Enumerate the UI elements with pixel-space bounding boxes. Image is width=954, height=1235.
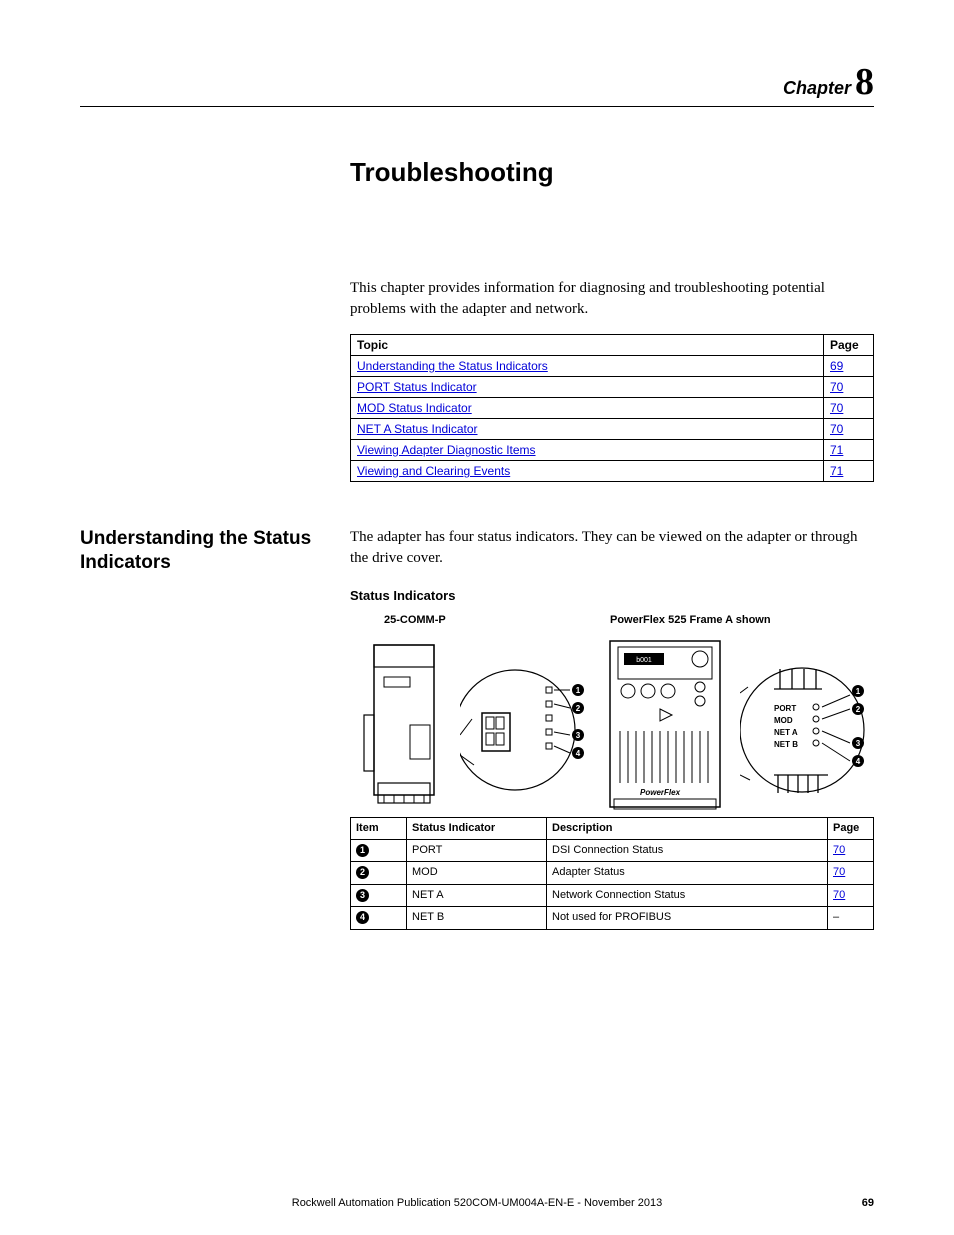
led-label-mod: MOD xyxy=(774,716,793,725)
ind-page: – xyxy=(828,907,874,929)
ind-desc: Network Connection Status xyxy=(547,884,828,906)
svg-text:1: 1 xyxy=(856,687,861,696)
ind-page-link[interactable]: 70 xyxy=(833,866,845,878)
svg-text:2: 2 xyxy=(576,704,581,713)
toc-link[interactable]: Understanding the Status Indicators xyxy=(357,359,548,373)
svg-text:4: 4 xyxy=(576,749,581,758)
ind-page-link[interactable]: 70 xyxy=(833,844,845,856)
toc-link[interactable]: PORT Status Indicator xyxy=(357,380,477,394)
figure-caption-left: 25-COMM-P xyxy=(350,613,610,628)
ind-header-item: Item xyxy=(351,817,407,839)
ind-si: NET A xyxy=(407,884,547,906)
svg-text:1: 1 xyxy=(576,686,581,695)
page-title: Troubleshooting xyxy=(350,157,874,188)
toc-link[interactable]: NET A Status Indicator xyxy=(357,422,478,436)
ind-desc: Adapter Status xyxy=(547,862,828,884)
led-label-neta: NET A xyxy=(774,728,798,737)
svg-text:3: 3 xyxy=(856,739,861,748)
toc-row: Understanding the Status Indicators 69 xyxy=(351,356,874,377)
figure-title: Status Indicators xyxy=(350,587,874,605)
toc-link[interactable]: Viewing and Clearing Events xyxy=(357,464,510,478)
ind-desc: DSI Connection Status xyxy=(547,839,828,861)
svg-text:2: 2 xyxy=(856,705,861,714)
svg-text:4: 4 xyxy=(856,757,861,766)
topic-table: Topic Page Understanding the Status Indi… xyxy=(350,334,874,482)
toc-page-link[interactable]: 71 xyxy=(830,464,843,478)
svg-text:3: 3 xyxy=(576,731,581,740)
ind-header-page: Page xyxy=(828,817,874,839)
item-bullet: 4 xyxy=(356,911,369,924)
figure-area: 1 2 3 4 b001 xyxy=(350,635,874,813)
ind-desc: Not used for PROFIBUS xyxy=(547,907,828,929)
toc-row: PORT Status Indicator 70 xyxy=(351,377,874,398)
ind-page-link[interactable]: 70 xyxy=(833,889,845,901)
ind-header-desc: Description xyxy=(547,817,828,839)
toc-page-link[interactable]: 71 xyxy=(830,443,843,457)
toc-row: Viewing and Clearing Events 71 xyxy=(351,461,874,482)
ind-header-si: Status Indicator xyxy=(407,817,547,839)
footer-page-number: 69 xyxy=(862,1197,874,1209)
ind-row: 4 NET B Not used for PROFIBUS – xyxy=(351,907,874,929)
toc-page-link[interactable]: 70 xyxy=(830,401,843,415)
chapter-header: Chapter8 xyxy=(80,60,874,107)
figure-caption-right: PowerFlex 525 Frame A shown xyxy=(610,613,874,628)
toc-link[interactable]: MOD Status Indicator xyxy=(357,401,472,415)
section-heading: Understanding the Status Indicators xyxy=(80,527,350,575)
ind-si: PORT xyxy=(407,839,547,861)
toc-header-topic: Topic xyxy=(351,335,824,356)
toc-row: NET A Status Indicator 70 xyxy=(351,419,874,440)
toc-row: Viewing Adapter Diagnostic Items 71 xyxy=(351,440,874,461)
chapter-label: Chapter xyxy=(783,78,851,98)
footer-text: Rockwell Automation Publication 520COM-U… xyxy=(292,1197,663,1209)
toc-page-link[interactable]: 69 xyxy=(830,359,843,373)
ind-row: 1 PORT DSI Connection Status 70 xyxy=(351,839,874,861)
adapter-board-diagram xyxy=(350,635,450,813)
item-bullet: 3 xyxy=(356,889,369,902)
toc-link[interactable]: Viewing Adapter Diagnostic Items xyxy=(357,443,536,457)
svg-text:PowerFlex: PowerFlex xyxy=(640,788,681,797)
led-label-port: PORT xyxy=(774,704,796,713)
svg-text:b001: b001 xyxy=(636,657,652,664)
item-bullet: 1 xyxy=(356,844,369,857)
ind-row: 2 MOD Adapter Status 70 xyxy=(351,862,874,884)
intro-paragraph: This chapter provides information for di… xyxy=(350,278,874,320)
ind-si: MOD xyxy=(407,862,547,884)
toc-page-link[interactable]: 70 xyxy=(830,422,843,436)
led-label-netb: NET B xyxy=(774,740,798,749)
chapter-number: 8 xyxy=(855,61,874,103)
section-body: The adapter has four status indicators. … xyxy=(350,527,874,569)
toc-row: MOD Status Indicator 70 xyxy=(351,398,874,419)
adapter-led-detail: 1 2 3 4 xyxy=(460,635,590,813)
item-bullet: 2 xyxy=(356,866,369,879)
toc-header-page: Page xyxy=(824,335,874,356)
page-footer: Rockwell Automation Publication 520COM-U… xyxy=(0,1197,954,1209)
drive-led-detail: PORT MOD NET A NET B 1 2 3 4 xyxy=(740,635,870,813)
ind-row: 3 NET A Network Connection Status 70 xyxy=(351,884,874,906)
indicator-table: Item Status Indicator Description Page 1… xyxy=(350,817,874,930)
ind-si: NET B xyxy=(407,907,547,929)
drive-front-diagram: b001 xyxy=(600,635,730,813)
toc-page-link[interactable]: 70 xyxy=(830,380,843,394)
